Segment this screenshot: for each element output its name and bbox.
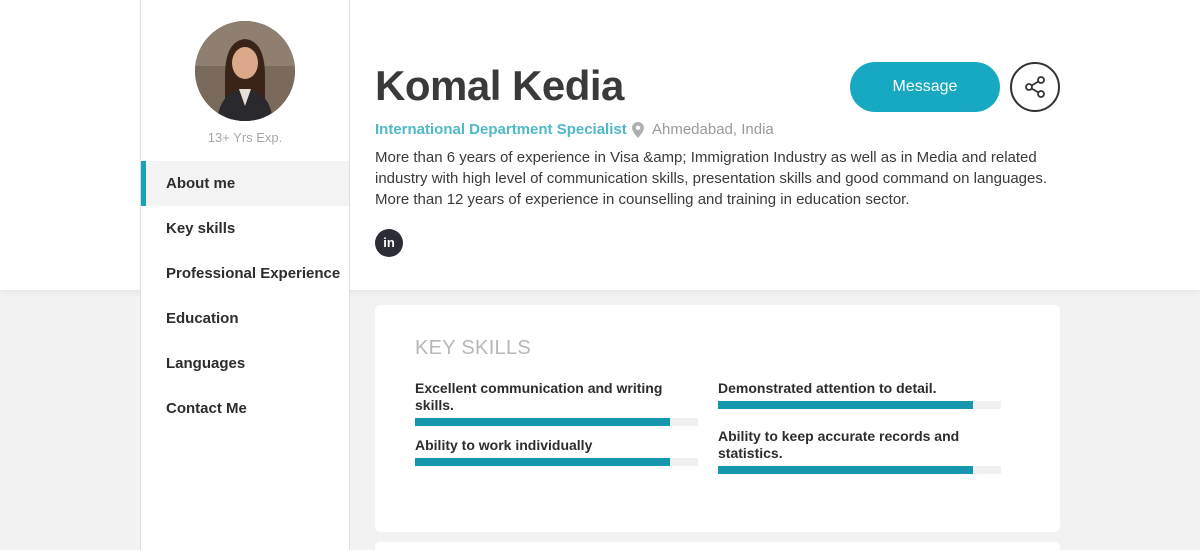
skill-bar-fill xyxy=(415,458,670,466)
skill-item: Demonstrated attention to detail. xyxy=(718,380,1001,409)
skill-bar-fill xyxy=(718,401,973,409)
avatar xyxy=(195,21,295,121)
profile-title: International Department Specialist xyxy=(375,121,627,138)
skill-bar xyxy=(415,458,698,466)
profile-name: Komal Kedia xyxy=(375,62,624,109)
experience-years: 13+ Yrs Exp. xyxy=(207,130,283,145)
skill-bar-fill xyxy=(718,466,973,474)
sidebar-item-professional-experience[interactable]: Professional Experience xyxy=(141,251,349,296)
key-skills-title: KEY SKILLS xyxy=(415,337,532,359)
sidebar: 13+ Yrs Exp. About me Key skills Profess… xyxy=(140,0,350,550)
skill-label: Excellent communication and writing skil… xyxy=(415,380,663,413)
skill-bar xyxy=(718,401,1001,409)
message-button[interactable]: Message xyxy=(850,62,1000,112)
sidebar-item-languages[interactable]: Languages xyxy=(141,341,349,386)
sidebar-nav: About me Key skills Professional Experie… xyxy=(141,161,349,431)
skill-label: Ability to work individually xyxy=(415,437,593,453)
sidebar-item-contact-me[interactable]: Contact Me xyxy=(141,386,349,431)
share-button[interactable] xyxy=(1010,62,1060,112)
skill-item: Excellent communication and writing skil… xyxy=(415,380,698,426)
sidebar-item-key-skills[interactable]: Key skills xyxy=(141,206,349,251)
skill-label: Demonstrated attention to detail. xyxy=(718,380,937,396)
key-skills-card: KEY SKILLS Excellent communication and w… xyxy=(375,305,1060,532)
location-text: Ahmedabad, India xyxy=(652,121,774,138)
next-section-card xyxy=(375,542,1060,550)
location-pin-icon xyxy=(632,121,644,138)
sidebar-item-about-me[interactable]: About me xyxy=(141,161,349,206)
sidebar-item-education[interactable]: Education xyxy=(141,296,349,341)
profile-bio: More than 6 years of experience in Visa … xyxy=(375,149,1048,208)
skill-bar xyxy=(415,418,698,426)
skill-label: Ability to keep accurate records and sta… xyxy=(718,428,960,461)
skill-item: Ability to keep accurate records and sta… xyxy=(718,428,1001,474)
skill-bar-fill xyxy=(415,418,670,426)
profile-location: Ahmedabad, India xyxy=(632,121,774,138)
skill-item: Ability to work individually xyxy=(415,437,698,466)
linkedin-icon[interactable]: in xyxy=(375,229,403,257)
skill-bar xyxy=(718,466,1001,474)
share-icon xyxy=(1025,76,1045,98)
